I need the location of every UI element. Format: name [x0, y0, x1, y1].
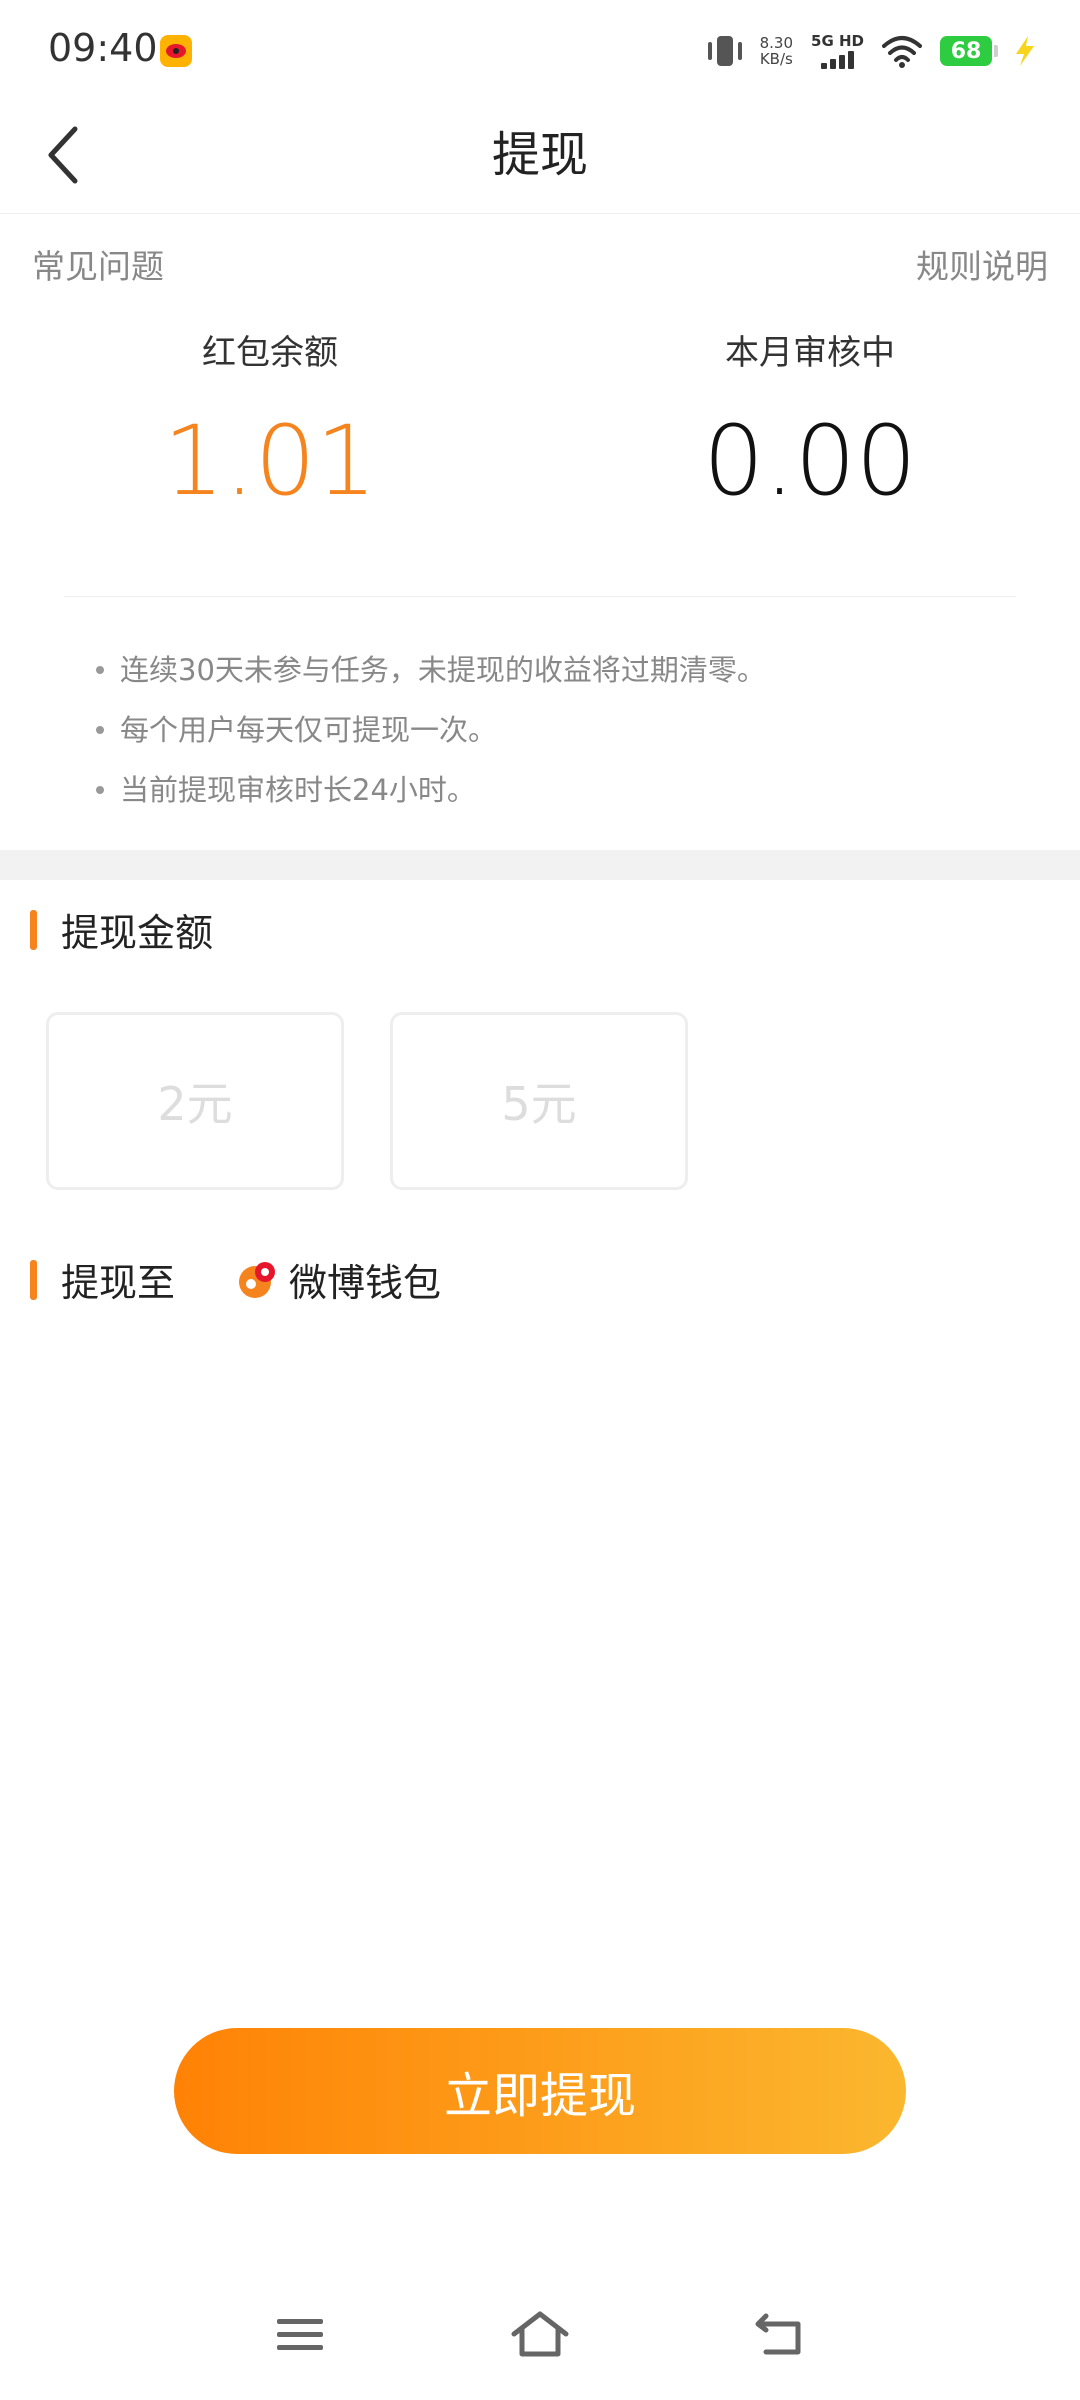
note-item: 每个用户每天仅可提现一次。	[96, 700, 996, 760]
amount-option-2[interactable]: 2元	[46, 1012, 344, 1190]
amount-options: 2元 5元	[46, 1012, 688, 1190]
withdraw-to-title: 提现至	[61, 1261, 176, 1305]
nav-bar: 提现	[0, 100, 1080, 214]
divider	[64, 596, 1016, 597]
note-item: 连续30天未参与任务，未提现的收益将过期清零。	[96, 640, 996, 700]
page-title: 提现	[491, 127, 588, 183]
wallet-name: 微博钱包	[289, 1261, 442, 1305]
return-icon	[755, 2313, 801, 2355]
status-time: 09:40	[48, 26, 158, 70]
withdraw-to-section-title: 提现至 微博钱包	[30, 1252, 441, 1307]
menu-icon	[277, 2319, 323, 2350]
red-packet-balance-label: 红包余额	[202, 333, 338, 373]
withdraw-amount-section-title: 提现金额	[30, 902, 213, 957]
signal-icon: 5G HD	[811, 33, 864, 69]
home-button[interactable]	[510, 2310, 570, 2360]
monthly-review-balance: 本月审核中 0.00	[540, 325, 1080, 521]
battery-level: 68	[950, 38, 982, 64]
status-icons: 8.30 KB/s 5G HD 68	[707, 28, 1040, 74]
net-speed-value: 8.30	[759, 34, 794, 52]
net-speed-unit: KB/s	[759, 50, 793, 68]
battery-icon: 68	[940, 36, 998, 66]
status-bar: 09:40 8.30 KB/s 5G HD 68	[0, 0, 1080, 100]
network-label: 5G HD	[811, 32, 864, 50]
rules-link[interactable]: 规则说明	[916, 240, 1048, 288]
bullet-dot-icon	[96, 666, 104, 674]
notes-list: 连续30天未参与任务，未提现的收益将过期清零。 每个用户每天仅可提现一次。 当前…	[96, 640, 996, 820]
system-nav-bar	[0, 2290, 1080, 2380]
amount-option-5[interactable]: 5元	[390, 1012, 688, 1190]
withdraw-now-button[interactable]: 立即提现	[174, 2028, 906, 2154]
section-separator	[0, 850, 1080, 880]
vibrate-icon	[707, 34, 742, 68]
monthly-review-label: 本月审核中	[725, 333, 895, 373]
menu-button[interactable]	[270, 2310, 330, 2360]
withdraw-page: 09:40 8.30 KB/s 5G HD 68 提现 常见问题 规则说明 红包…	[0, 0, 1080, 2400]
net-speed: 8.30 KB/s	[760, 35, 793, 67]
accent-bar	[30, 1259, 37, 1300]
system-back-button[interactable]	[750, 2310, 810, 2360]
bullet-dot-icon	[96, 726, 104, 734]
weibo-wallet[interactable]: 微博钱包	[237, 1252, 441, 1307]
accent-bar	[30, 909, 37, 950]
weibo-wallet-logo-icon	[239, 1261, 276, 1298]
charging-icon	[1016, 36, 1034, 66]
wifi-icon	[882, 36, 922, 68]
weibo-notification-icon	[160, 35, 192, 67]
withdraw-amount-title: 提现金额	[61, 911, 214, 955]
monthly-review-value: 0.00	[703, 405, 917, 517]
bullet-dot-icon	[96, 786, 104, 794]
note-item: 当前提现审核时长24小时。	[96, 760, 996, 820]
red-packet-balance: 红包余额 1.01	[0, 325, 540, 521]
red-packet-balance-value: 1.01	[163, 405, 377, 517]
home-icon	[511, 2311, 569, 2357]
faq-link[interactable]: 常见问题	[32, 240, 164, 288]
